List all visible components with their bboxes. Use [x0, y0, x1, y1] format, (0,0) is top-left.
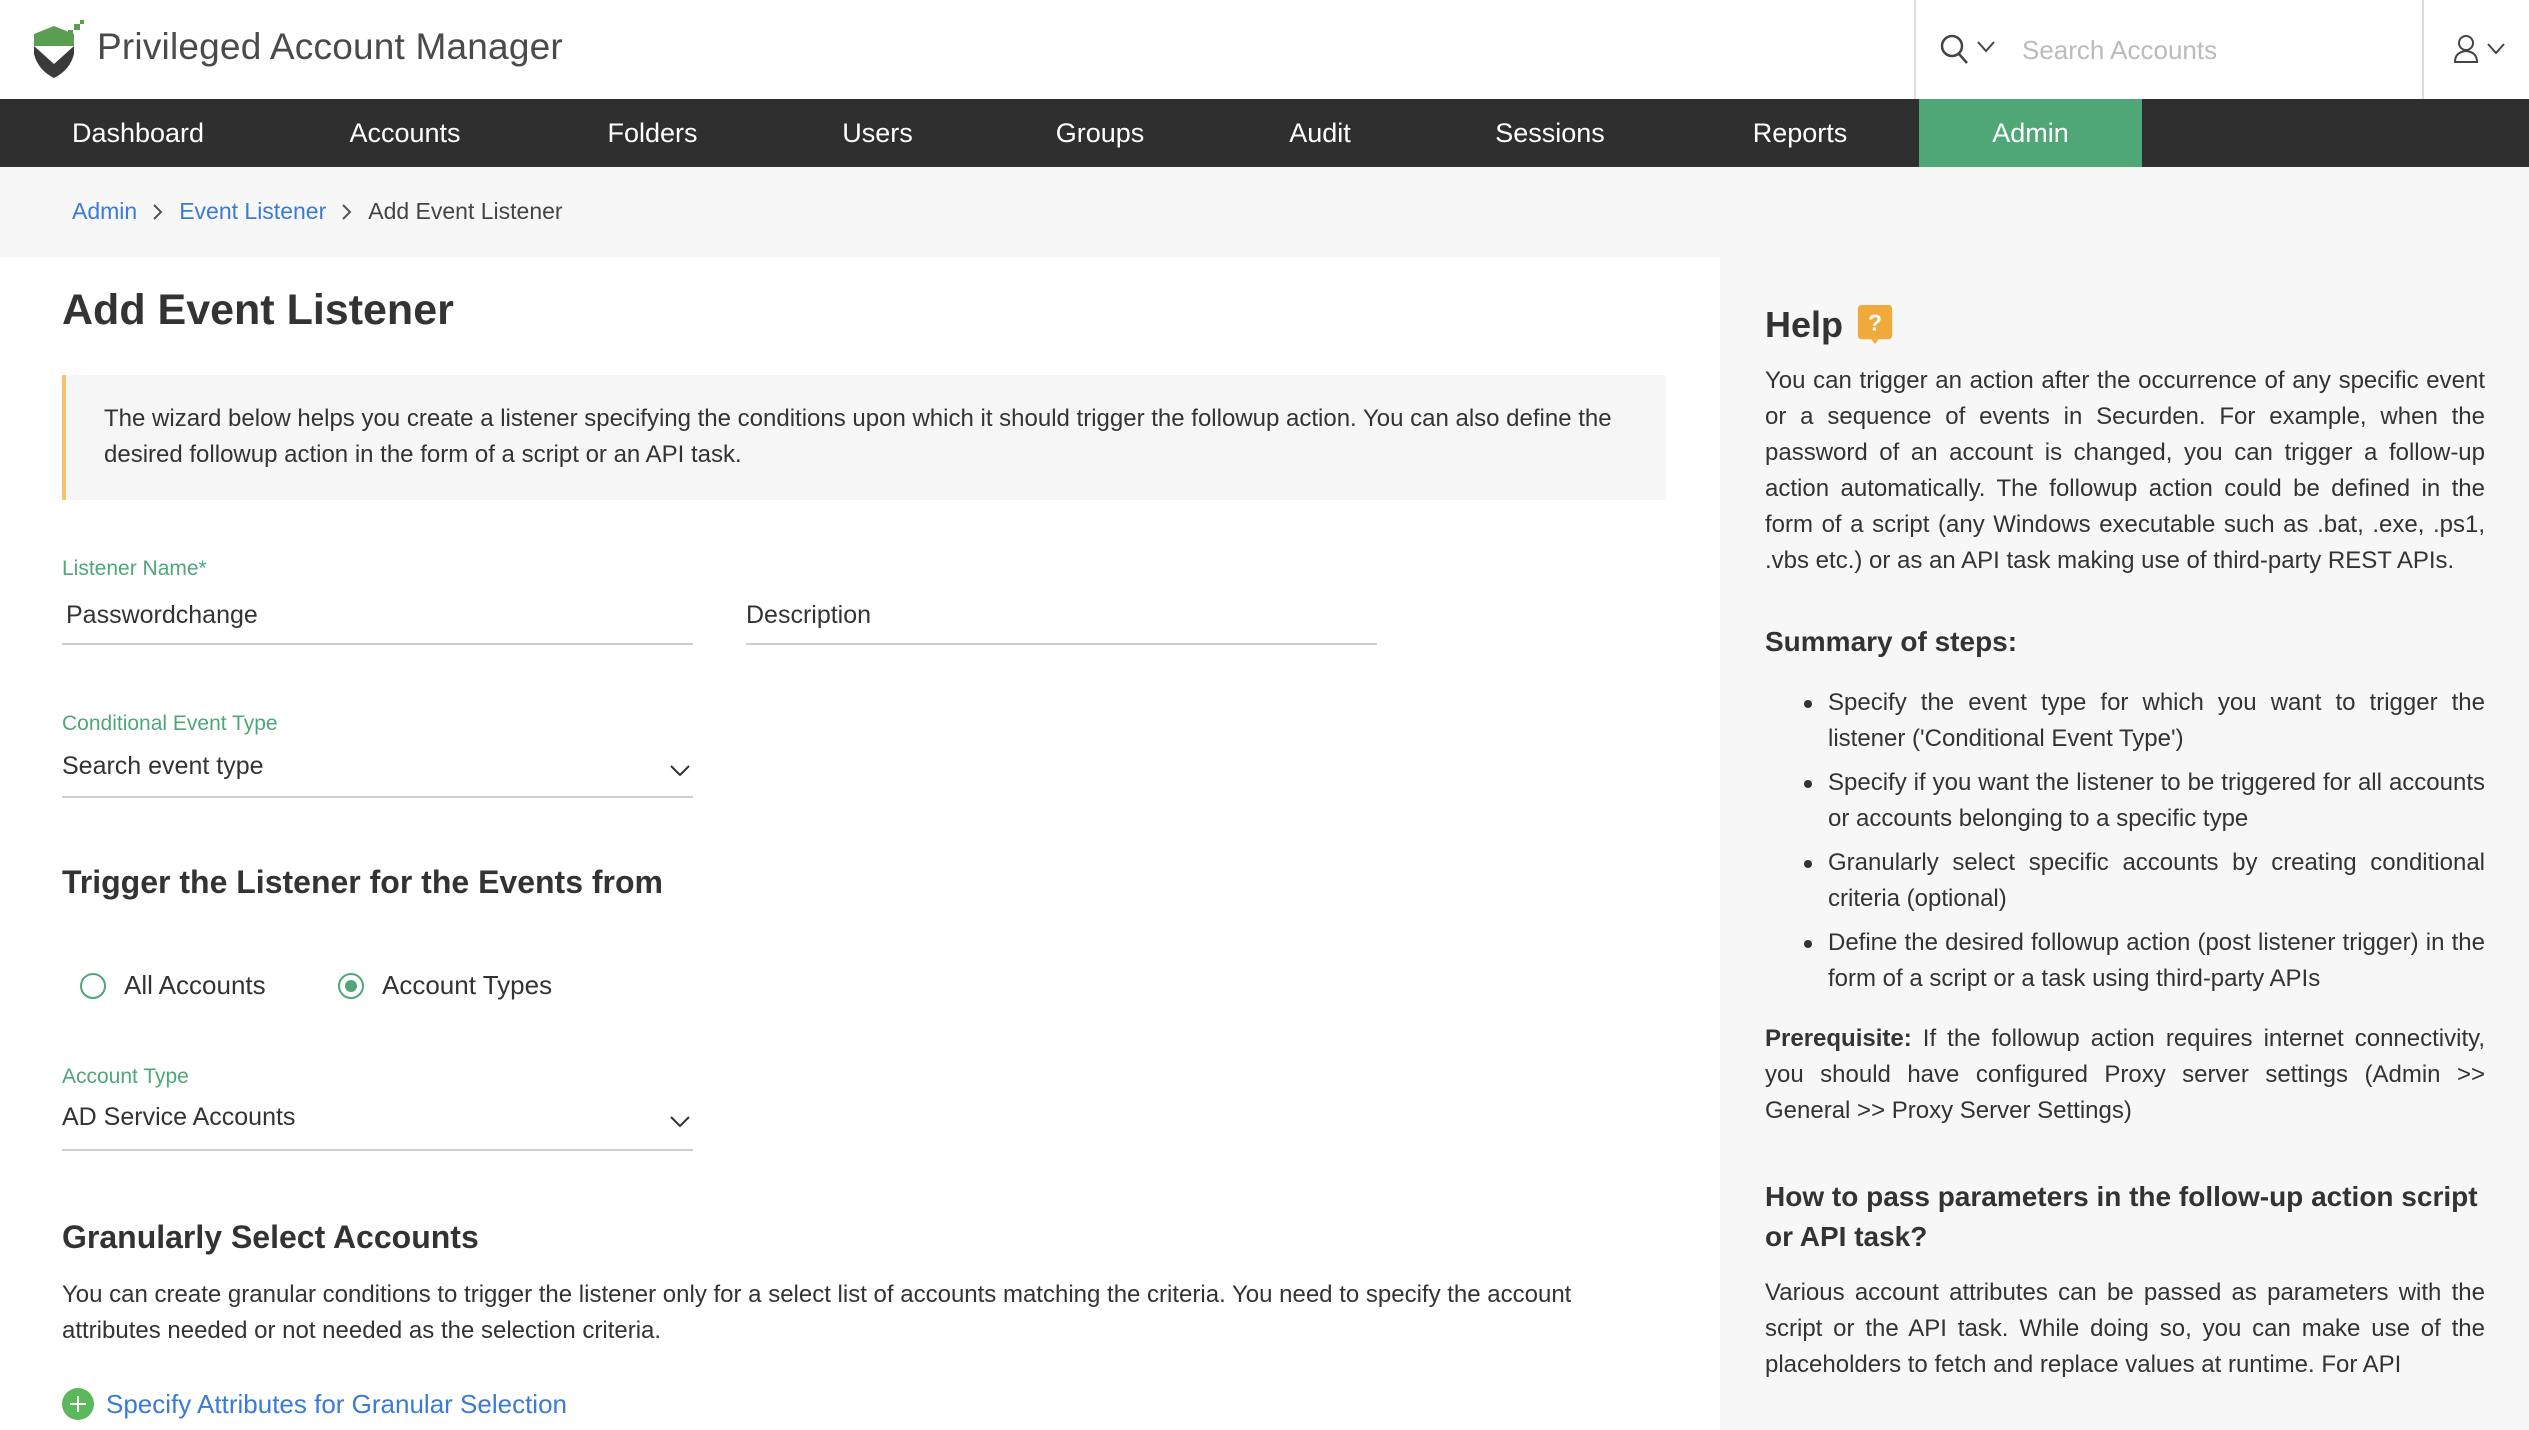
help-step: Specify the event type for which you wan… [1804, 685, 2485, 757]
logo-shield-icon [34, 20, 84, 78]
main-nav: Dashboard Accounts Folders Users Groups … [0, 99, 2529, 167]
nav-folders[interactable]: Folders [575, 99, 730, 167]
specify-attributes-link[interactable]: Specify Attributes for Granular Selectio… [62, 1388, 567, 1420]
granular-description: You can create granular conditions to tr… [62, 1281, 1572, 1344]
trigger-heading: Trigger the Listener for the Events from [62, 864, 663, 900]
event-type-underline [62, 796, 693, 798]
plus-circle-icon[interactable] [62, 1388, 94, 1420]
nav-audit[interactable]: Audit [1260, 99, 1380, 167]
help-params-heading: How to pass parameters in the follow-up … [1765, 1181, 2478, 1252]
breadcrumb-current: Add Event Listener [368, 198, 563, 224]
search-icon[interactable] [1940, 34, 1970, 66]
breadcrumb-admin[interactable]: Admin [72, 198, 137, 225]
help-intro: You can trigger an action after the occu… [1765, 367, 2485, 574]
listener-name-field: Listener Name* [62, 555, 693, 647]
listener-name-label: Listener Name* [62, 557, 207, 580]
nav-users[interactable]: Users [810, 99, 945, 167]
radio-account-types-label: Account Types [382, 970, 553, 1000]
nav-accounts[interactable]: Accounts [310, 99, 500, 167]
user-icon[interactable] [2453, 34, 2479, 64]
radio-all-accounts[interactable]: All Accounts [80, 970, 266, 1001]
help-title-text: Help [1765, 304, 1844, 345]
event-type-select[interactable]: Conditional Event Type [62, 712, 693, 802]
search-filter-chevron-down-icon[interactable] [1976, 40, 1996, 54]
chevron-down-icon[interactable] [669, 1115, 691, 1129]
nav-groups[interactable]: Groups [1030, 99, 1170, 167]
granular-heading: Granularly Select Accounts [62, 1219, 479, 1255]
listener-name-underline [62, 643, 693, 645]
help-prerequisite: Prerequisite: If the followup action req… [1765, 1021, 2485, 1129]
page-title: Add Event Listener [62, 286, 454, 334]
app-title: Privileged Account Manager [97, 26, 563, 67]
help-steps-list: Specify the event type for which you wan… [1765, 685, 2485, 997]
user-menu[interactable] [2440, 0, 2529, 99]
search-box [1914, 0, 2424, 99]
search-accounts-input[interactable] [2022, 28, 2402, 72]
description-input[interactable] [746, 595, 1377, 635]
radio-account-types-circle[interactable] [338, 972, 364, 999]
event-type-label: Conditional Event Type [62, 712, 278, 735]
radio-account-types[interactable]: Account Types [338, 970, 552, 1001]
user-chevron-down-icon[interactable] [2486, 42, 2506, 56]
info-box: The wizard below helps you create a list… [62, 375, 1666, 500]
nav-sessions[interactable]: Sessions [1470, 99, 1630, 167]
svg-text:?: ? [1868, 310, 1882, 336]
chevron-right-icon [153, 203, 163, 220]
event-type-input[interactable] [62, 746, 642, 786]
nav-admin[interactable]: Admin [1919, 99, 2142, 167]
specify-attributes-label[interactable]: Specify Attributes for Granular Selectio… [106, 1389, 567, 1420]
listener-name-input[interactable] [62, 595, 693, 635]
breadcrumb-event-listener[interactable]: Event Listener [179, 198, 326, 225]
help-step: Specify if you want the listener to be t… [1804, 765, 2485, 837]
description-underline [746, 643, 1377, 645]
help-question-icon: ? [1857, 305, 1893, 345]
nav-dashboard[interactable]: Dashboard [40, 99, 236, 167]
account-type-select[interactable]: Account Type AD Service Accounts [62, 1065, 693, 1155]
account-type-value[interactable]: AD Service Accounts [62, 1103, 693, 1143]
help-panel: Help ? You can trigger an action after t… [1765, 295, 2485, 1383]
top-bar: Privileged Account Manager [0, 0, 2529, 99]
breadcrumb: Admin Event Listener Add Event Listener [72, 198, 563, 225]
help-step: Granularly select specific accounts by c… [1804, 845, 2485, 917]
radio-all-accounts-circle[interactable] [80, 972, 106, 999]
radio-all-accounts-label: All Accounts [124, 970, 266, 1000]
help-summary-heading: Summary of steps: [1765, 626, 2018, 657]
nav-reports[interactable]: Reports [1720, 99, 1880, 167]
account-type-label: Account Type [62, 1065, 189, 1088]
description-field [746, 555, 1377, 647]
chevron-down-icon[interactable] [669, 764, 691, 778]
help-title: Help ? [1765, 295, 2485, 355]
help-params-text: Various account attributes can be passed… [1765, 1279, 2485, 1378]
help-step: Define the desired followup action (post… [1804, 925, 2485, 997]
chevron-right-icon [342, 203, 352, 220]
account-type-underline [62, 1149, 693, 1151]
prereq-label: Prerequisite: [1765, 1025, 1912, 1052]
